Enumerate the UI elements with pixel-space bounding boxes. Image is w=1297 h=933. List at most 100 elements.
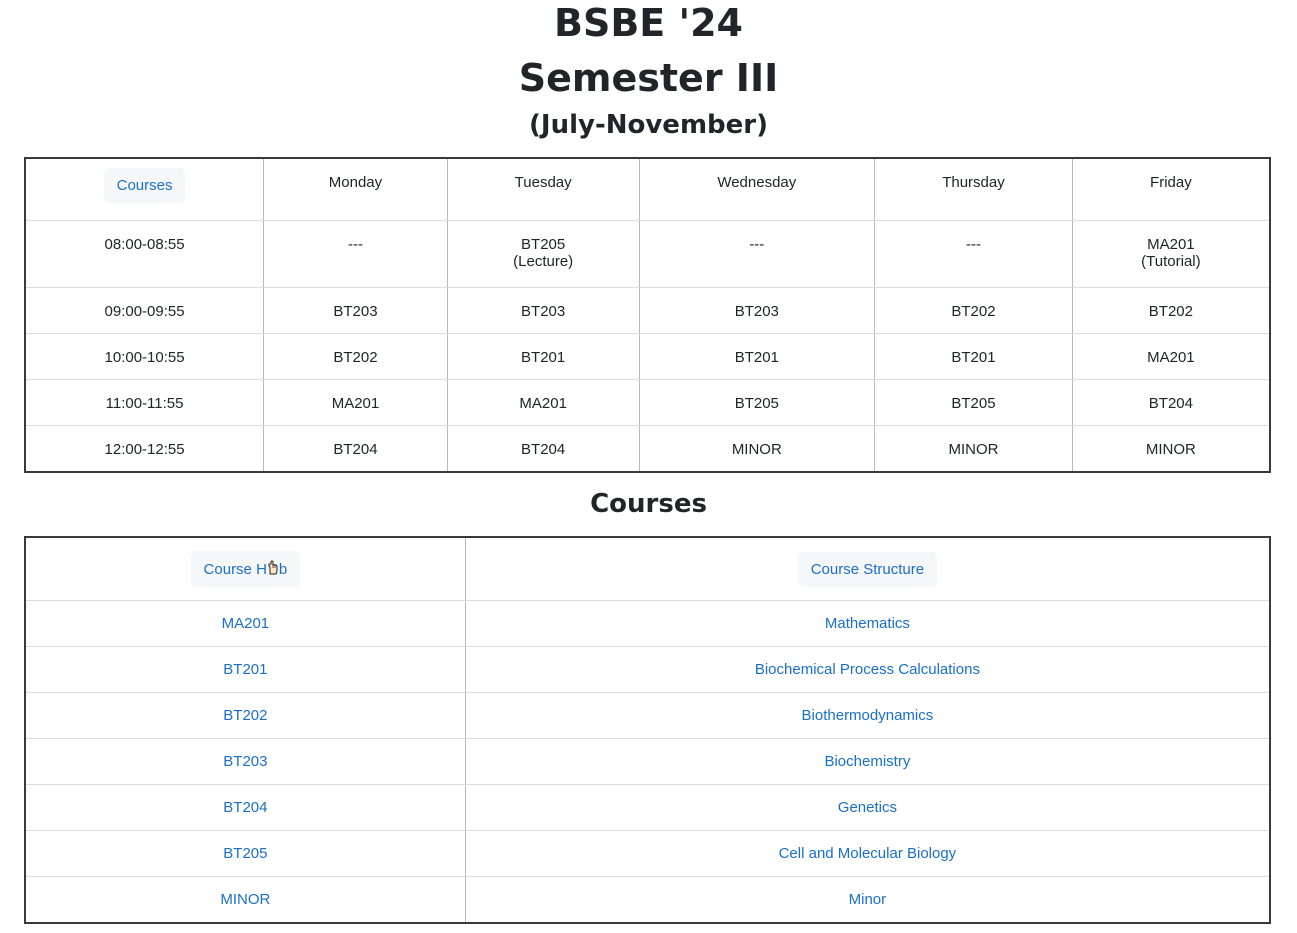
- time-slot: 11:00-11:55: [25, 379, 265, 426]
- course-code: BT204: [333, 441, 378, 458]
- course-code: BT201: [521, 349, 566, 366]
- schedule-cell: BT204: [1072, 379, 1270, 426]
- course-name-link[interactable]: Cell and Molecular Biology: [779, 845, 957, 862]
- course-name-link[interactable]: Biochemistry: [824, 753, 910, 770]
- course-name-link[interactable]: Genetics: [838, 799, 897, 816]
- course-code-link[interactable]: BT204: [223, 799, 267, 816]
- timetable-row: 08:00-08:55 --- BT205 (Lecture) --- --- MA201(…: [25, 220, 1270, 288]
- course-code: MA201: [331, 395, 380, 412]
- course-name-cell: Biochemical Process Calculations: [465, 646, 1270, 693]
- course-row: BT201 Biochemical Process Calculations: [25, 646, 1270, 693]
- course-name-cell: Biothermodynamics: [465, 692, 1270, 739]
- time-slot: 08:00-08:55: [25, 220, 265, 288]
- course-code: BT205: [734, 395, 779, 412]
- schedule-cell: MINOR: [639, 425, 876, 472]
- course-structure-button[interactable]: Course Structure: [797, 551, 938, 587]
- course-code: ---: [749, 236, 765, 253]
- course-code-cell: BT201: [25, 646, 466, 693]
- semester-title: Semester III: [518, 56, 779, 100]
- courses-button[interactable]: Courses: [103, 168, 186, 203]
- time-slot: 10:00-10:55: [25, 333, 265, 380]
- course-code: MA201: [1147, 236, 1195, 253]
- course-code-link[interactable]: BT205: [223, 845, 267, 862]
- course-code-link[interactable]: BT203: [223, 753, 267, 770]
- course-code-cell: BT203: [25, 738, 466, 785]
- course-name-link[interactable]: Mathematics: [825, 615, 910, 632]
- course-code: MINOR: [948, 441, 999, 458]
- course-code-cell: BT204: [25, 784, 466, 831]
- schedule-cell: BT205: [874, 379, 1073, 426]
- course-name-cell: Minor: [465, 877, 1270, 924]
- course-structure-cell: Course Structure: [465, 537, 1270, 601]
- course-code: BT203: [333, 303, 378, 320]
- day-header: Friday: [1072, 158, 1270, 221]
- course-code: MA201: [519, 395, 567, 412]
- schedule-cell: BT201: [874, 333, 1073, 380]
- course-code: MINOR: [731, 441, 782, 458]
- schedule-cell: BT204: [447, 425, 640, 472]
- course-row: BT204 Genetics: [25, 784, 1270, 831]
- course-row: MA201 Mathematics: [25, 600, 1270, 647]
- course-row: MINOR Minor: [25, 876, 1270, 924]
- schedule-cell: MINOR: [1072, 426, 1270, 473]
- schedule-cell: BT205: [639, 379, 876, 426]
- course-code-link[interactable]: MA201: [222, 615, 270, 632]
- course-code-link[interactable]: BT201: [223, 661, 267, 678]
- course-hub-button[interactable]: Course H b: [190, 551, 301, 587]
- day-header: Thursday: [874, 158, 1073, 221]
- hand-cursor-icon: [267, 560, 279, 576]
- schedule-cell: BT201: [639, 333, 876, 380]
- course-row: BT205 Cell and Molecular Biology: [25, 830, 1270, 877]
- course-code-cell: BT202: [25, 692, 466, 739]
- course-code-cell: MINOR: [25, 876, 466, 923]
- course-row: BT202 Biothermodynamics: [25, 692, 1270, 739]
- course-code: ---: [347, 236, 363, 253]
- session-type: (Tutorial): [1141, 253, 1201, 270]
- schedule-cell: MA201: [447, 379, 640, 426]
- course-hub-label-end: b: [278, 561, 288, 578]
- course-code: BT202: [333, 349, 378, 366]
- day-header: Monday: [263, 158, 448, 221]
- schedule-cell: BT202: [874, 287, 1073, 334]
- course-code: MA201: [1147, 349, 1195, 366]
- schedule-cell: BT204: [263, 425, 448, 472]
- schedule-cell: ---: [874, 220, 1073, 288]
- timetable-row: 10:00-10:55 BT202 BT201 BT201 BT201 MA201: [25, 333, 1270, 380]
- course-code-cell: MA201: [25, 600, 466, 647]
- course-name-link[interactable]: Biochemical Process Calculations: [755, 661, 980, 678]
- course-code-link[interactable]: BT202: [223, 707, 267, 724]
- course-hub-cell: Course H b: [25, 537, 466, 601]
- day-header: Tuesday: [447, 158, 640, 221]
- schedule-cell: ---: [639, 220, 876, 288]
- course-code: BT204: [521, 441, 566, 458]
- courses-heading: Courses: [590, 489, 707, 519]
- course-code-link[interactable]: MINOR: [220, 891, 270, 908]
- session-type: (Lecture): [513, 253, 574, 270]
- day-header: Wednesday: [639, 158, 876, 221]
- semester-period: (July-November): [529, 110, 768, 140]
- page-title: BSBE '24: [554, 1, 743, 45]
- course-code: BT205: [521, 236, 566, 253]
- course-name-link[interactable]: Biothermodynamics: [802, 707, 934, 724]
- timetable-row: 09:00-09:55 BT203 BT203 BT203 BT202 BT202: [25, 287, 1270, 334]
- course-code: BT205: [951, 395, 996, 412]
- schedule-cell: MINOR: [874, 425, 1073, 472]
- course-name-cell: Cell and Molecular Biology: [465, 830, 1270, 877]
- courses-table: Course H b Course Structure MA201 Mathemat…: [24, 536, 1271, 924]
- course-code: BT201: [734, 349, 779, 366]
- courses-header-row: Course H b Course Structure: [25, 537, 1270, 601]
- time-slot: 09:00-09:55: [25, 287, 265, 334]
- timetable-row: 12:00-12:55 BT204 BT204 MINOR MINOR MINOR: [25, 425, 1270, 473]
- course-name-cell: Biochemistry: [465, 738, 1270, 785]
- timetable-header-row: Courses Monday Tuesday Wednesday Thursda…: [25, 158, 1270, 221]
- course-code-cell: BT205: [25, 830, 466, 877]
- schedule-cell: BT201: [447, 333, 640, 380]
- course-code: BT202: [1148, 303, 1193, 320]
- course-name-link[interactable]: Minor: [849, 891, 887, 908]
- course-name-cell: Genetics: [465, 784, 1270, 831]
- schedule-cell: BT203: [639, 287, 876, 334]
- schedule-cell: ---: [263, 220, 448, 288]
- schedule-cell: MA201: [263, 379, 448, 426]
- timetable-row: 11:00-11:55 MA201 MA201 BT205 BT205 BT204: [25, 379, 1270, 426]
- course-code: BT201: [951, 349, 996, 366]
